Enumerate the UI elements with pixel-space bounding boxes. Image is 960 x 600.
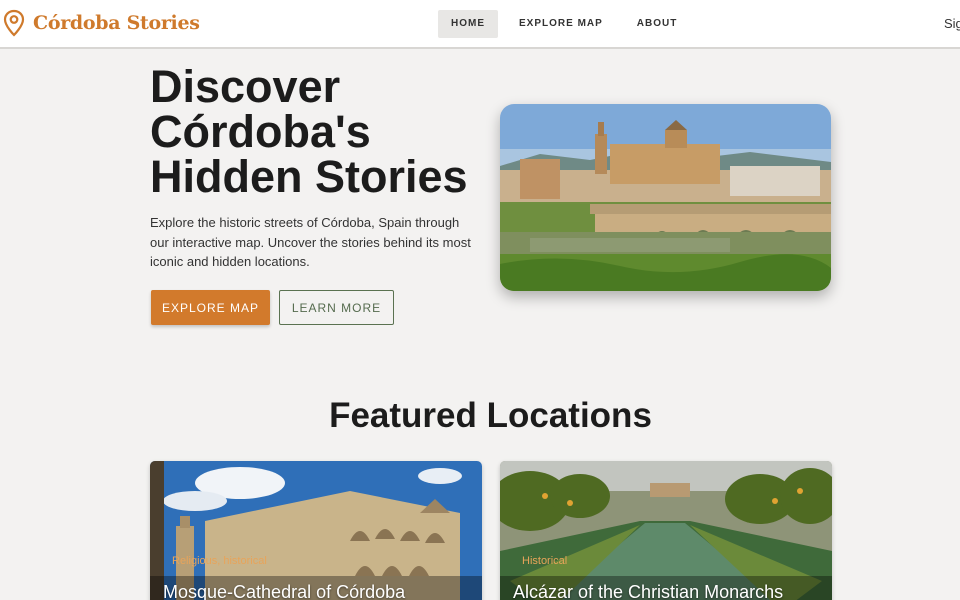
brand-logo[interactable]: Córdoba Stories [3,9,200,37]
sign-in-link[interactable]: Sig [944,16,960,31]
hero-title: Discover Córdoba's Hidden Stories [150,61,468,202]
nav-home-link[interactable]: HOME [438,10,498,38]
hero-subtitle: Explore the historic streets of Córdoba,… [150,215,471,269]
card-image [150,461,482,600]
card-tag: Religious, historical [172,555,267,567]
nav-explore-map-link[interactable]: EXPLORE MAP [506,10,616,38]
card-image [500,461,832,600]
hero-image [500,104,831,291]
card-title: Alcázar of the Christian Monarchs [513,582,784,600]
map-pin-icon [3,9,25,37]
card-title: Mosque-Cathedral of Córdoba [163,582,406,600]
location-card[interactable]: Religious, historical Mosque-Cathedral o… [150,461,482,600]
location-card[interactable]: Historical Alcázar of the Christian Mona… [500,461,832,600]
explore-map-button[interactable]: EXPLORE MAP [151,290,270,325]
featured-title: Featured Locations [329,396,652,435]
nav-about-link[interactable]: ABOUT [624,10,691,38]
main-nav: HOME EXPLORE MAP ABOUT [438,10,690,38]
brand-name: Córdoba Stories [33,12,200,34]
top-navbar: Córdoba Stories HOME EXPLORE MAP ABOUT S… [0,0,960,49]
learn-more-button[interactable]: LEARN MORE [279,290,394,325]
card-tag: Historical [522,555,568,567]
